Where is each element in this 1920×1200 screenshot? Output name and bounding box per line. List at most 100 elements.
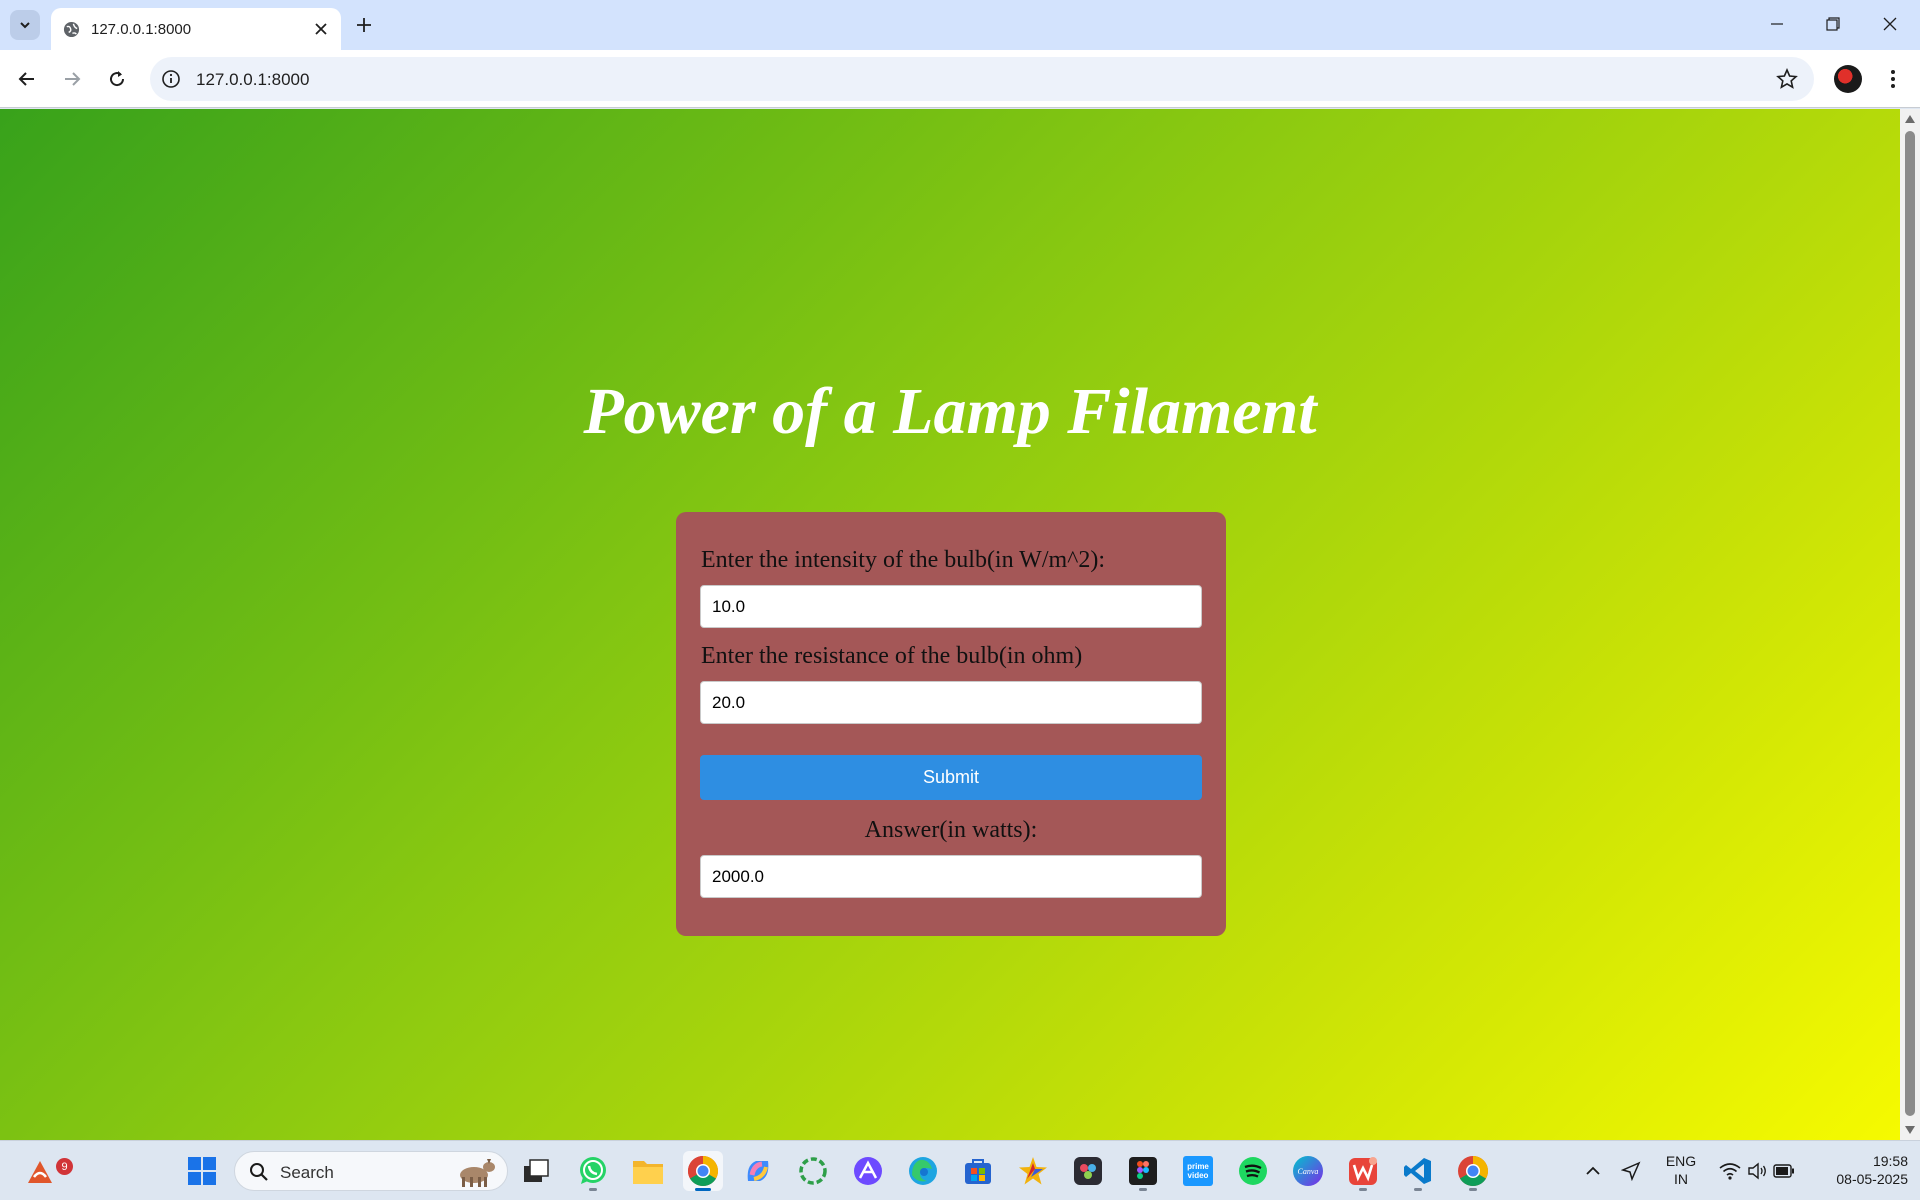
spotify-icon xyxy=(1239,1157,1267,1185)
taskbar: 9 Search prime video Canva ENG IN 19:58 … xyxy=(0,1140,1920,1200)
intensity-input[interactable]: 10.0 xyxy=(700,585,1202,628)
search-placeholder: Search xyxy=(280,1163,334,1182)
figma-icon xyxy=(1129,1157,1157,1185)
language-indicator[interactable]: ENG IN xyxy=(1658,1152,1704,1188)
volume-icon xyxy=(1748,1162,1766,1180)
resistance-label: Enter the resistance of the bulb(in ohm) xyxy=(701,643,1083,669)
prime-video-icon: prime video xyxy=(1183,1156,1213,1186)
copilot-icon xyxy=(747,1161,769,1181)
tab-search-button[interactable] xyxy=(10,10,40,40)
new-tab-button[interactable] xyxy=(350,11,378,39)
globe-icon xyxy=(63,21,80,38)
profile-avatar[interactable] xyxy=(1834,65,1862,93)
loop-app-button[interactable] xyxy=(793,1151,833,1191)
star-app-button[interactable] xyxy=(1013,1151,1053,1191)
wifi-icon xyxy=(1719,1163,1741,1180)
weather-icon xyxy=(28,1161,52,1183)
proton-icon xyxy=(854,1157,882,1185)
scroll-down-arrow[interactable] xyxy=(1904,1125,1916,1135)
canva-icon: Canva xyxy=(1293,1156,1323,1186)
location-arrow-icon xyxy=(1621,1161,1641,1181)
restore-icon xyxy=(1826,17,1840,31)
address-bar[interactable]: 127.0.0.1:8000 xyxy=(150,57,1814,101)
wps-office-icon xyxy=(1349,1157,1377,1185)
resistance-input[interactable]: 20.0 xyxy=(700,681,1202,724)
browser-tab[interactable]: 127.0.0.1:8000 xyxy=(51,8,341,50)
answer-output[interactable]: 2000.0 xyxy=(700,855,1202,898)
running-indicator xyxy=(1414,1188,1422,1191)
chrome-icon xyxy=(1458,1156,1489,1187)
star-app-icon xyxy=(1019,1157,1047,1185)
tab-close-button[interactable] xyxy=(309,17,333,41)
quick-settings-button[interactable] xyxy=(1712,1151,1802,1191)
chevron-down-icon xyxy=(20,22,30,29)
canva-button[interactable]: Canva xyxy=(1288,1151,1328,1191)
microsoft-store-button[interactable] xyxy=(958,1151,998,1191)
canva-label: Canva xyxy=(1297,1166,1319,1176)
clock-date: 08-05-2025 xyxy=(1836,1171,1908,1187)
intensity-label: Enter the intensity of the bulb(in W/m^2… xyxy=(701,547,1106,573)
task-view-icon xyxy=(524,1159,549,1182)
vertical-scrollbar[interactable] xyxy=(1900,109,1920,1140)
language-line2: IN xyxy=(1674,1171,1688,1187)
search-highlight-art xyxy=(460,1159,495,1187)
tab-title: 127.0.0.1:8000 xyxy=(91,21,192,38)
arrow-left-icon xyxy=(18,72,34,86)
store-icon xyxy=(965,1159,991,1184)
running-indicator xyxy=(695,1188,711,1191)
minimize-button[interactable] xyxy=(1757,8,1797,40)
weather-badge: 9 xyxy=(56,1158,73,1175)
whatsapp-button[interactable] xyxy=(573,1151,613,1191)
weather-widget[interactable]: 9 xyxy=(20,1151,73,1191)
site-info-icon[interactable] xyxy=(160,68,182,90)
figma-button[interactable] xyxy=(1123,1151,1163,1191)
davinci-resolve-button[interactable] xyxy=(1068,1151,1108,1191)
location-button[interactable] xyxy=(1611,1151,1651,1191)
reload-button[interactable] xyxy=(101,63,133,95)
chrome-second-button[interactable] xyxy=(1453,1151,1493,1191)
more-vertical-icon xyxy=(1891,70,1895,88)
prime-video-label: prime video xyxy=(1187,1162,1209,1180)
copilot-button[interactable] xyxy=(738,1151,778,1191)
chrome-icon xyxy=(687,1156,719,1187)
close-icon xyxy=(315,23,327,35)
show-hidden-icons-button[interactable] xyxy=(1573,1151,1613,1191)
close-window-button[interactable] xyxy=(1870,8,1910,40)
tab-strip: 127.0.0.1:8000 xyxy=(0,0,1920,50)
clock[interactable]: 19:58 08-05-2025 xyxy=(1812,1152,1908,1188)
arrow-right-icon xyxy=(65,72,81,86)
running-indicator xyxy=(1359,1188,1367,1191)
edge-button[interactable] xyxy=(903,1151,943,1191)
file-explorer-button[interactable] xyxy=(628,1151,668,1191)
vscode-button[interactable] xyxy=(1398,1151,1438,1191)
proton-button[interactable] xyxy=(848,1151,888,1191)
spinner-app-icon xyxy=(799,1157,827,1185)
davinci-resolve-icon xyxy=(1074,1157,1102,1185)
url-text: 127.0.0.1:8000 xyxy=(196,70,310,89)
reload-icon xyxy=(110,71,125,87)
page-content: Power of a Lamp Filament Enter the inten… xyxy=(0,109,1900,1140)
restore-button[interactable] xyxy=(1813,8,1853,40)
submit-button[interactable]: Submit xyxy=(700,755,1202,800)
calculator-form: Enter the intensity of the bulb(in W/m^2… xyxy=(676,512,1226,936)
browser-menu-button[interactable] xyxy=(1878,63,1908,95)
scroll-thumb[interactable] xyxy=(1905,131,1915,1116)
start-button[interactable] xyxy=(182,1151,222,1191)
running-indicator xyxy=(1139,1188,1147,1191)
prime-video-button[interactable]: prime video xyxy=(1178,1151,1218,1191)
page-title: Power of a Lamp Filament xyxy=(583,375,1317,448)
clock-time: 19:58 xyxy=(1872,1153,1908,1169)
task-view-button[interactable] xyxy=(516,1151,556,1191)
forward-button[interactable] xyxy=(56,63,88,95)
chrome-button[interactable] xyxy=(683,1151,723,1191)
plus-icon xyxy=(357,18,371,32)
folder-icon xyxy=(633,1161,663,1184)
wps-office-button[interactable] xyxy=(1343,1151,1383,1191)
running-indicator xyxy=(589,1188,597,1191)
scroll-up-arrow[interactable] xyxy=(1904,114,1916,124)
taskbar-search[interactable]: Search xyxy=(234,1151,508,1191)
bookmark-star-icon[interactable] xyxy=(1776,68,1798,90)
back-button[interactable] xyxy=(11,63,43,95)
whatsapp-icon xyxy=(580,1157,606,1184)
spotify-button[interactable] xyxy=(1233,1151,1273,1191)
